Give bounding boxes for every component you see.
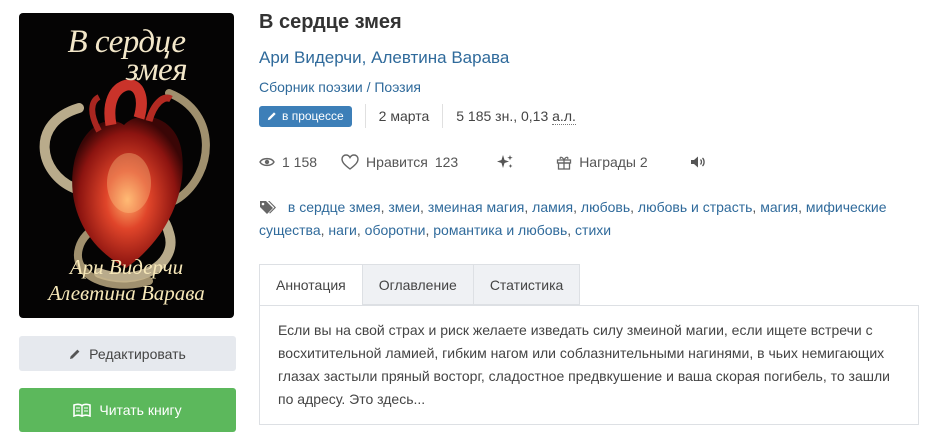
- edit-button-label: Редактировать: [89, 345, 186, 362]
- tag-separator: ,: [573, 199, 581, 215]
- author-link-2[interactable]: Алевтина Варава: [371, 48, 509, 67]
- divider: [364, 104, 366, 128]
- read-book-label: Читать книгу: [99, 402, 182, 418]
- cover-title: В сердце змея: [19, 25, 234, 87]
- tag-link[interactable]: наги: [328, 222, 356, 238]
- tab-contents[interactable]: Оглавление: [362, 264, 474, 305]
- tab-statistics[interactable]: Статистика: [473, 264, 581, 305]
- tag-separator: ,: [567, 222, 576, 238]
- awards-label: Награды 2: [579, 154, 648, 170]
- sparkle-button[interactable]: [496, 154, 514, 170]
- tab-panel: Если вы на свой страх и риск желаете изв…: [259, 305, 919, 425]
- pencil-icon: [70, 349, 80, 359]
- book-size: 5 185 зн., 0,13 а.л.: [456, 108, 576, 125]
- tags-icon: [260, 201, 276, 214]
- author-link-1[interactable]: Ари Видерчи: [259, 48, 362, 67]
- genre-breadcrumb[interactable]: Сборник поэзии / Поэзия: [259, 79, 421, 95]
- cover-authors: Ари Видерчи Алевтина Варава: [19, 254, 234, 306]
- likes-count: 123: [434, 154, 459, 170]
- cover-author-1: Ари Видерчи: [69, 255, 184, 279]
- tag-separator: ,: [630, 199, 638, 215]
- edit-button[interactable]: Редактировать: [19, 336, 236, 371]
- meta-row: в процессе 2 марта 5 185 зн., 0,13 а.л.: [259, 104, 576, 128]
- size-unit[interactable]: а.л.: [552, 108, 576, 125]
- speaker-icon: [690, 156, 705, 168]
- sparkles-icon: [497, 155, 513, 168]
- tag-link[interactable]: романтика и любовь: [433, 222, 567, 238]
- open-book-icon: [73, 403, 92, 417]
- author-separator: ,: [361, 48, 372, 67]
- tag-separator: ,: [420, 199, 428, 215]
- annotation-text: Если вы на свой страх и риск желаете изв…: [278, 322, 890, 407]
- stats-row: 1 158 Нравится 123 Награды 2: [259, 151, 730, 173]
- tag-link[interactable]: змеи: [388, 199, 420, 215]
- publish-date: 2 марта: [378, 108, 430, 124]
- gift-icon: [557, 156, 572, 170]
- tag-link[interactable]: любовь и страсть: [638, 199, 753, 215]
- eye-icon: [259, 157, 275, 167]
- tag-separator: ,: [798, 199, 806, 215]
- book-cover[interactable]: В сердце змея Ари Видерчи Алевтина Варав…: [19, 13, 234, 318]
- cover-title-line-2: змея: [125, 52, 188, 88]
- tag-link[interactable]: ламия: [532, 199, 573, 215]
- book-tabs: Аннотация Оглавление Статистика: [259, 264, 581, 306]
- cover-author-2: Алевтина Варава: [48, 281, 205, 305]
- read-book-button[interactable]: Читать книгу: [19, 388, 236, 432]
- likes-label: Нравится: [366, 154, 428, 170]
- tag-separator: ,: [356, 222, 365, 238]
- pencil-icon: [267, 112, 276, 121]
- tag-link[interactable]: в сердце змея: [288, 199, 381, 215]
- book-size-value: 5 185 зн., 0,13: [456, 108, 549, 124]
- divider: [442, 104, 444, 128]
- views-stat: 1 158: [259, 154, 317, 170]
- status-badge: в процессе: [259, 105, 352, 127]
- tab-annotation[interactable]: Аннотация: [259, 264, 363, 306]
- views-count: 1 158: [282, 154, 318, 170]
- status-badge-label: в процессе: [282, 109, 344, 123]
- tag-link[interactable]: стихи: [575, 222, 611, 238]
- tag-separator: ,: [524, 199, 533, 215]
- listen-button[interactable]: [690, 155, 706, 169]
- tag-link[interactable]: любовь: [581, 199, 630, 215]
- tag-link[interactable]: змеиная магия: [428, 199, 525, 215]
- awards-button[interactable]: Награды 2: [556, 154, 648, 170]
- book-authors: Ари Видерчи, Алевтина Варава: [259, 48, 509, 68]
- tag-list: в сердце змея, змеи, змеиная магия, лами…: [259, 196, 909, 242]
- book-title: В сердце змея: [259, 11, 402, 33]
- tag-link[interactable]: оборотни: [365, 222, 426, 238]
- heart-icon: [341, 154, 359, 170]
- tag-link[interactable]: магия: [760, 199, 798, 215]
- like-button[interactable]: Нравится 123: [341, 154, 458, 170]
